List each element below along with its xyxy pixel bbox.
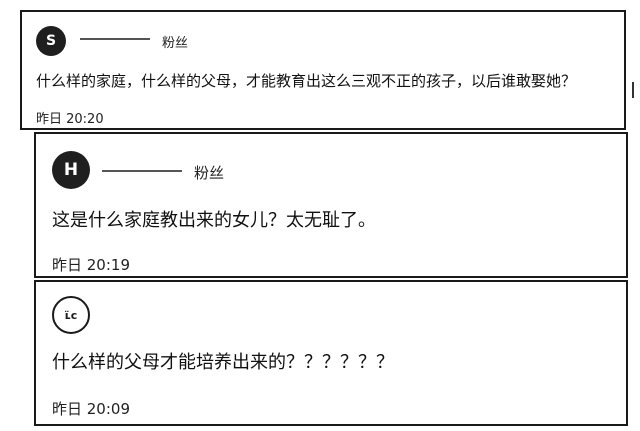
avatar[interactable]: H (52, 151, 90, 189)
fan-badge: 粉丝 (162, 36, 189, 51)
fan-badge: 粉丝 (194, 164, 225, 182)
comment-item: S 粉丝 什么样的家庭，什么样的父母，才能教育出这么三观不正的孩子，以后谁敢娶她… (20, 10, 626, 130)
comment-timestamp: 昨日 20:19 (52, 256, 130, 274)
overflow-edge-mark (632, 82, 640, 98)
comment-text: 什么样的父母才能培养出来的？？？？？？ (52, 352, 394, 373)
comment-timestamp: 昨日 20:09 (52, 400, 130, 418)
comment-item: ʟ̈ᴄ 什么样的父母才能培养出来的？？？？？？ 昨日 20:09 (34, 280, 628, 426)
avatar[interactable]: S (36, 26, 66, 56)
username[interactable] (102, 160, 182, 172)
avatar[interactable]: ʟ̈ᴄ (52, 296, 90, 334)
username[interactable] (80, 28, 150, 40)
comment-text: 什么样的家庭，什么样的父母，才能教育出这么三观不正的孩子，以后谁敢娶她？ (36, 72, 577, 90)
comment-text: 这是什么家庭教出来的女儿？太无耻了。 (52, 210, 376, 231)
comment-timestamp: 昨日 20:20 (36, 112, 104, 127)
comment-item: H 粉丝 这是什么家庭教出来的女儿？太无耻了。 昨日 20:19 (34, 132, 628, 278)
